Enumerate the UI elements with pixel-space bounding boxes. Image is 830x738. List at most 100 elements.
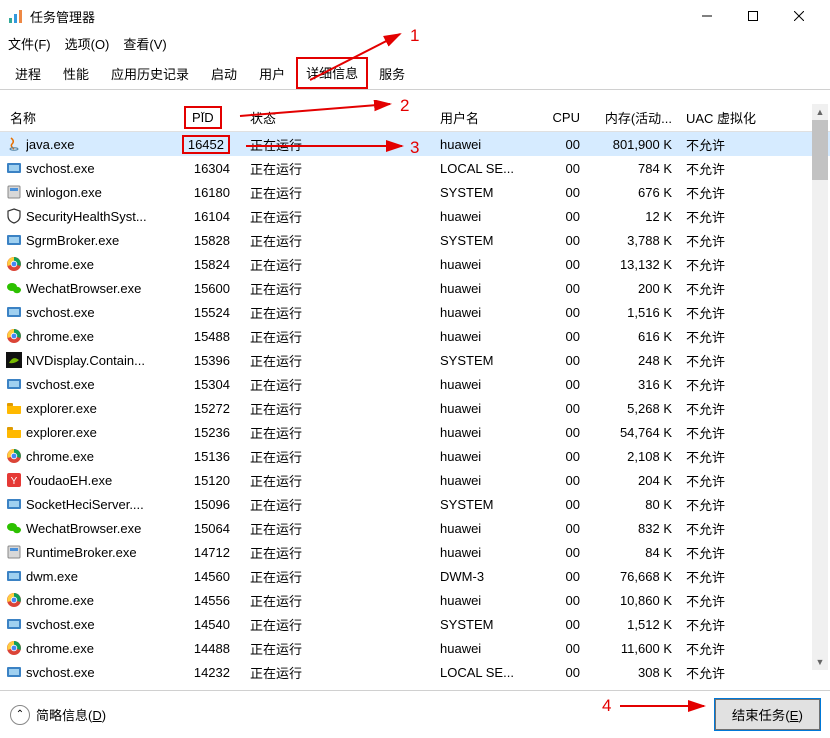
cell-cpu: 00 xyxy=(540,593,588,608)
maximize-button[interactable] xyxy=(730,0,776,32)
tab-users[interactable]: 用户 xyxy=(248,57,296,89)
menu-view[interactable]: 查看(V) xyxy=(123,34,166,53)
col-header-uac[interactable]: UAC 虚拟化 xyxy=(680,108,780,127)
cell-name: WechatBrowser.exe xyxy=(26,281,178,296)
process-icon xyxy=(6,136,22,152)
col-header-pid[interactable]: PID⌄ xyxy=(178,106,240,129)
table-row[interactable]: svchost.exe15524正在运行huawei001,516 K不允许 xyxy=(0,300,830,324)
tab-processes[interactable]: 进程 xyxy=(4,57,52,89)
table-row[interactable]: YYoudaoEH.exe15120正在运行huawei00204 K不允许 xyxy=(0,468,830,492)
cell-pid: 14540 xyxy=(178,617,240,632)
table-row[interactable]: svchost.exe15304正在运行huawei00316 K不允许 xyxy=(0,372,830,396)
table-row[interactable]: WechatBrowser.exe15600正在运行huawei00200 K不… xyxy=(0,276,830,300)
cell-cpu: 00 xyxy=(540,233,588,248)
process-icon xyxy=(6,208,22,224)
process-icon xyxy=(6,328,22,344)
scroll-up-icon[interactable]: ▲ xyxy=(812,104,828,120)
table-row[interactable]: explorer.exe15272正在运行huawei005,268 K不允许 xyxy=(0,396,830,420)
cell-name: NVDisplay.Contain... xyxy=(26,353,178,368)
table-row[interactable]: chrome.exe15824正在运行huawei0013,132 K不允许 xyxy=(0,252,830,276)
cell-pid: 14488 xyxy=(178,641,240,656)
cell-status: 正在运行 xyxy=(240,615,440,634)
menu-file[interactable]: 文件(F) xyxy=(8,34,51,53)
table-row[interactable]: winlogon.exe16180正在运行SYSTEM00676 K不允许 xyxy=(0,180,830,204)
process-icon xyxy=(6,448,22,464)
cell-pid: 14712 xyxy=(178,545,240,560)
cell-uac: 不允许 xyxy=(680,183,780,202)
table-row[interactable]: explorer.exe15236正在运行huawei0054,764 K不允许 xyxy=(0,420,830,444)
tab-services[interactable]: 服务 xyxy=(368,57,416,89)
col-header-name[interactable]: 名称 xyxy=(0,108,178,127)
cell-uac: 不允许 xyxy=(680,375,780,394)
tab-startup[interactable]: 启动 xyxy=(200,57,248,89)
menubar: 文件(F) 选项(O) 查看(V) xyxy=(0,32,830,57)
table-row[interactable]: WechatBrowser.exe15064正在运行huawei00832 K不… xyxy=(0,516,830,540)
table-row[interactable]: java.exe16452正在运行huawei00801,900 K不允许 xyxy=(0,132,830,156)
tab-app-history[interactable]: 应用历史记录 xyxy=(100,57,200,89)
table-row[interactable]: svchost.exe14540正在运行SYSTEM001,512 K不允许 xyxy=(0,612,830,636)
cell-status: 正在运行 xyxy=(240,135,440,154)
cell-status: 正在运行 xyxy=(240,471,440,490)
table-row[interactable]: dwm.exe14560正在运行DWM-30076,668 K不允许 xyxy=(0,564,830,588)
table-row[interactable]: SgrmBroker.exe15828正在运行SYSTEM003,788 K不允… xyxy=(0,228,830,252)
process-icon xyxy=(6,520,22,536)
cell-pid: 15096 xyxy=(178,497,240,512)
cell-uac: 不允许 xyxy=(680,303,780,322)
cell-uac: 不允许 xyxy=(680,423,780,442)
cell-status: 正在运行 xyxy=(240,639,440,658)
col-header-user[interactable]: 用户名 xyxy=(440,108,540,127)
table-row[interactable]: chrome.exe14556正在运行huawei0010,860 K不允许 xyxy=(0,588,830,612)
process-icon xyxy=(6,616,22,632)
table-row[interactable]: chrome.exe15136正在运行huawei002,108 K不允许 xyxy=(0,444,830,468)
process-icon xyxy=(6,496,22,512)
cell-name: YoudaoEH.exe xyxy=(26,473,178,488)
col-header-cpu[interactable]: CPU xyxy=(540,110,588,125)
table-row[interactable]: chrome.exe15488正在运行huawei00616 K不允许 xyxy=(0,324,830,348)
cell-mem: 1,516 K xyxy=(588,305,680,320)
col-header-status[interactable]: 状态 xyxy=(240,108,440,127)
cell-name: svchost.exe xyxy=(26,161,178,176)
cell-pid: 16452 xyxy=(178,135,240,154)
menu-options[interactable]: 选项(O) xyxy=(65,34,110,53)
table-row[interactable]: SocketHeciServer....15096正在运行SYSTEM0080 … xyxy=(0,492,830,516)
cell-pid: 15824 xyxy=(178,257,240,272)
cell-cpu: 00 xyxy=(540,353,588,368)
cell-uac: 不允许 xyxy=(680,543,780,562)
table-row[interactable]: NVDisplay.Contain...15396正在运行SYSTEM00248… xyxy=(0,348,830,372)
cell-name: java.exe xyxy=(26,137,178,152)
table-row[interactable]: chrome.exe14488正在运行huawei0011,600 K不允许 xyxy=(0,636,830,660)
cell-status: 正在运行 xyxy=(240,591,440,610)
table-row[interactable]: RuntimeBroker.exe14712正在运行huawei0084 K不允… xyxy=(0,540,830,564)
process-icon xyxy=(6,664,22,680)
tab-details[interactable]: 详细信息 xyxy=(296,57,368,89)
cell-user: huawei xyxy=(440,449,540,464)
scroll-down-icon[interactable]: ▼ xyxy=(812,654,828,670)
col-header-mem[interactable]: 内存(活动... xyxy=(588,108,680,127)
cell-pid: 14556 xyxy=(178,593,240,608)
table-row[interactable]: svchost.exe16304正在运行LOCAL SE...00784 K不允… xyxy=(0,156,830,180)
minimize-button[interactable] xyxy=(684,0,730,32)
process-icon xyxy=(6,544,22,560)
vertical-scrollbar[interactable]: ▲ ▼ xyxy=(812,104,828,670)
table-row[interactable]: svchost.exe14232正在运行LOCAL SE...00308 K不允… xyxy=(0,660,830,682)
cell-pid: 15600 xyxy=(178,281,240,296)
cell-name: svchost.exe xyxy=(26,377,178,392)
tab-performance[interactable]: 性能 xyxy=(52,57,100,89)
cell-mem: 1,512 K xyxy=(588,617,680,632)
cell-user: huawei xyxy=(440,521,540,536)
cell-name: winlogon.exe xyxy=(26,185,178,200)
cell-name: chrome.exe xyxy=(26,329,178,344)
cell-user: huawei xyxy=(440,401,540,416)
process-icon xyxy=(6,256,22,272)
cell-cpu: 00 xyxy=(540,545,588,560)
fewer-details-link[interactable]: ⌃ 简略信息(D) xyxy=(10,705,106,725)
end-task-button[interactable]: 结束任务(E) xyxy=(715,699,820,730)
cell-status: 正在运行 xyxy=(240,183,440,202)
cell-cpu: 00 xyxy=(540,449,588,464)
process-icon xyxy=(6,640,22,656)
scroll-thumb[interactable] xyxy=(812,120,828,180)
process-icon xyxy=(6,232,22,248)
close-button[interactable] xyxy=(776,0,822,32)
cell-uac: 不允许 xyxy=(680,663,780,682)
table-row[interactable]: SecurityHealthSyst...16104正在运行huawei0012… xyxy=(0,204,830,228)
